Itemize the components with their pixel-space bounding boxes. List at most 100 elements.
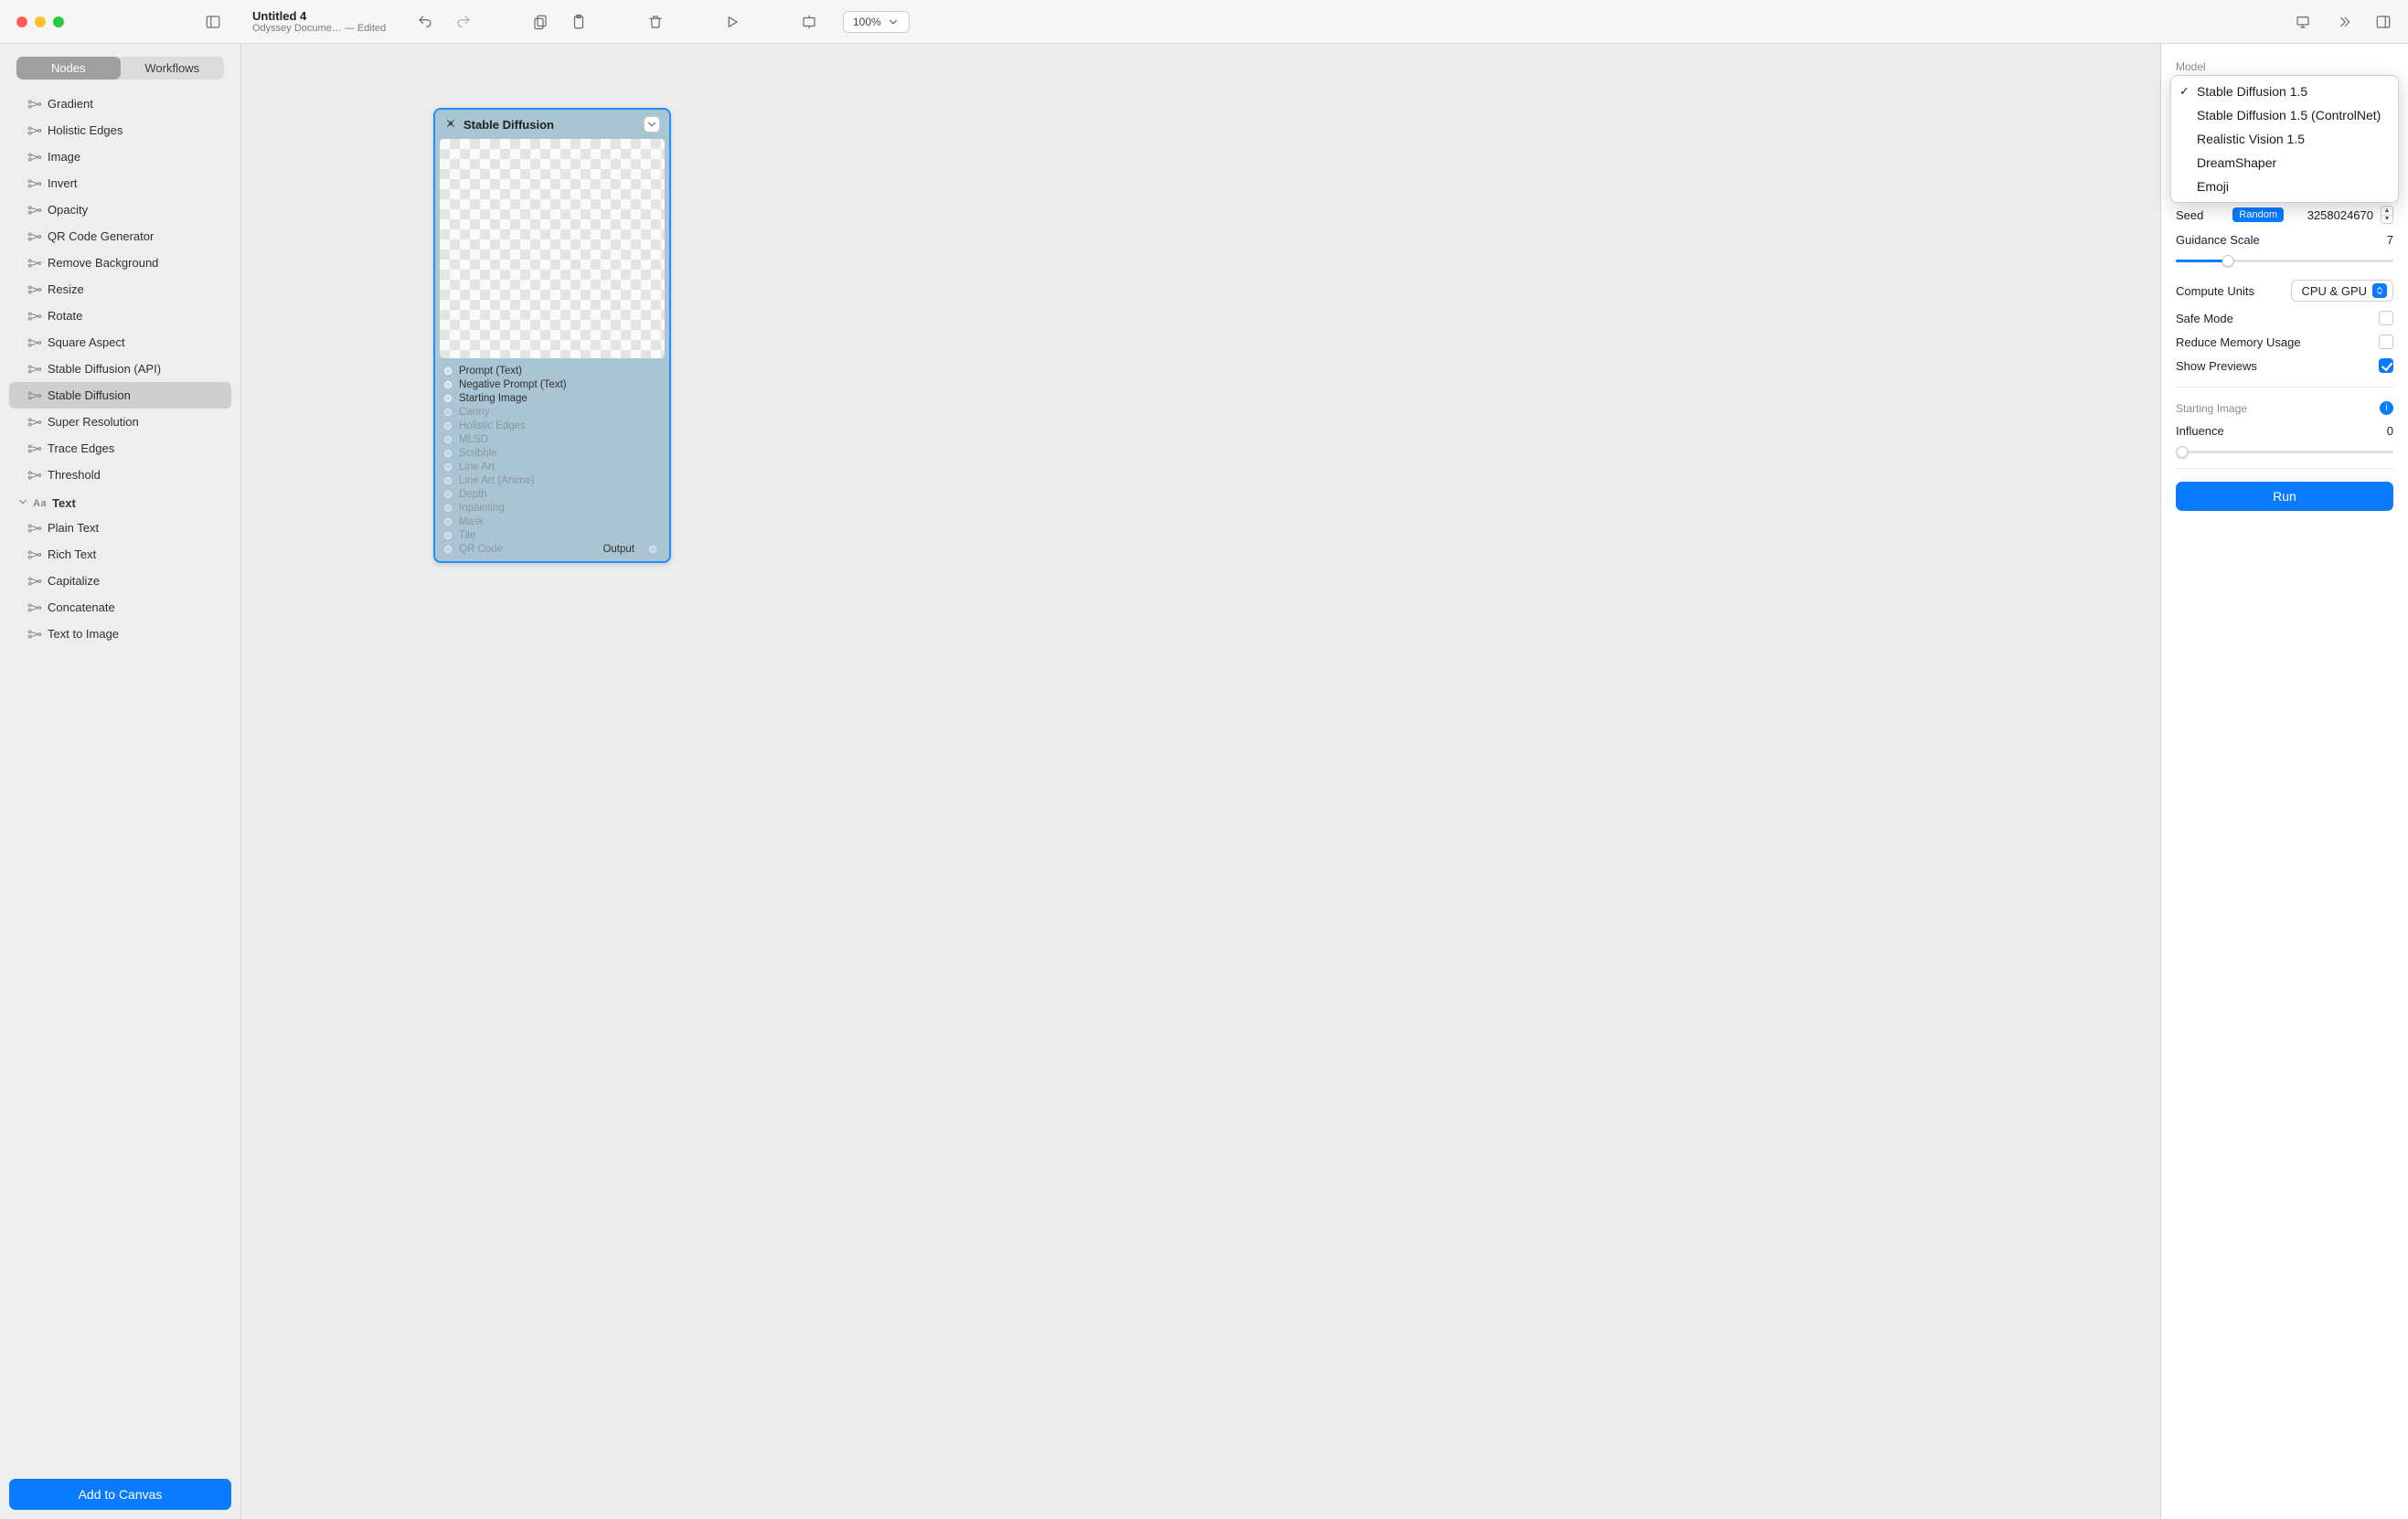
sidebar-item-text-to-image[interactable]: Text to Image (9, 621, 231, 647)
compute-units-select[interactable]: CPU & GPU (2291, 280, 2393, 302)
input-port[interactable]: Scribble (441, 446, 664, 460)
seed-stepper[interactable]: ▲▼ (2381, 206, 2393, 224)
node-icon (27, 548, 42, 561)
copy-button[interactable] (530, 12, 550, 32)
port-label: Line Art (459, 462, 495, 473)
input-port[interactable]: Inpainting (441, 501, 664, 515)
sidebar-item-label: QR Code Generator (48, 229, 154, 243)
paste-button[interactable] (569, 12, 589, 32)
zoom-window-button[interactable] (53, 16, 64, 27)
toolbar: 100% (397, 11, 2408, 33)
tab-workflows[interactable]: Workflows (121, 57, 225, 80)
sidebar-item-opacity[interactable]: Opacity (9, 197, 231, 223)
undo-button[interactable] (415, 12, 435, 32)
sidebar-item-holistic-edges[interactable]: Holistic Edges (9, 117, 231, 143)
run-button[interactable]: Run (2176, 482, 2393, 511)
sidebar-item-stable-diffusion-api-[interactable]: Stable Diffusion (API) (9, 356, 231, 382)
sidebar-item-stable-diffusion[interactable]: Stable Diffusion (9, 382, 231, 409)
port-label: Canny (459, 407, 489, 418)
toggle-right-sidebar-button[interactable] (2373, 12, 2393, 32)
input-port[interactable]: Mask (441, 515, 664, 528)
close-window-button[interactable] (16, 16, 27, 27)
seed-random-badge[interactable]: Random (2232, 207, 2284, 222)
influence-value[interactable]: 0 (2311, 424, 2393, 438)
model-option[interactable]: Stable Diffusion 1.5 (2171, 80, 2398, 103)
sidebar-item-invert[interactable]: Invert (9, 170, 231, 197)
node-icon (27, 177, 42, 190)
sidebar-item-super-resolution[interactable]: Super Resolution (9, 409, 231, 435)
sidebar-item-resize[interactable]: Resize (9, 276, 231, 303)
node-tree: GradientHolistic EdgesImageInvertOpacity… (0, 87, 240, 1470)
sidebar-item-threshold[interactable]: Threshold (9, 462, 231, 488)
sidebar-item-label: Rich Text (48, 547, 96, 561)
input-port[interactable]: Tile (441, 528, 664, 542)
seed-value[interactable]: 3258024670 (2291, 208, 2373, 222)
sidebar-item-image[interactable]: Image (9, 143, 231, 170)
guidance-slider[interactable] (2176, 253, 2393, 268)
port-dot-icon (444, 422, 452, 430)
reduce-memory-checkbox[interactable] (2379, 335, 2393, 349)
sidebar-item-qr-code-generator[interactable]: QR Code Generator (9, 223, 231, 250)
sidebar-item-square-aspect[interactable]: Square Aspect (9, 329, 231, 356)
delete-button[interactable] (645, 12, 666, 32)
input-port[interactable]: Depth (441, 487, 664, 501)
sidebar-item-capitalize[interactable]: Capitalize (9, 568, 231, 594)
zoom-selector[interactable]: 100% (843, 11, 910, 33)
port-label: Scribble (459, 448, 497, 459)
port-dot-icon (444, 546, 452, 553)
input-port[interactable]: Prompt (Text) (441, 364, 664, 377)
model-option[interactable]: Stable Diffusion 1.5 (ControlNet) (2171, 103, 2398, 127)
influence-slider[interactable] (2176, 444, 2393, 459)
seed-label: Seed (2176, 208, 2203, 222)
overflow-button[interactable] (2333, 12, 2353, 32)
stable-diffusion-node[interactable]: Stable Diffusion Prompt (Text) Negative P… (433, 108, 671, 563)
input-port[interactable]: Holistic Edges (441, 419, 664, 432)
sidebar-item-concatenate[interactable]: Concatenate (9, 594, 231, 621)
input-port[interactable]: Canny (441, 405, 664, 419)
node-icon (27, 336, 42, 349)
add-to-canvas-button[interactable]: Add to Canvas (9, 1479, 231, 1510)
minimize-window-button[interactable] (35, 16, 46, 27)
node-title: Stable Diffusion (463, 118, 554, 132)
guidance-value[interactable]: 7 (2311, 233, 2393, 247)
sidebar-item-plain-text[interactable]: Plain Text (9, 515, 231, 541)
model-option[interactable]: Realistic Vision 1.5 (2171, 127, 2398, 151)
sidebar-item-rich-text[interactable]: Rich Text (9, 541, 231, 568)
zoom-value: 100% (853, 16, 881, 28)
show-previews-checkbox[interactable] (2379, 358, 2393, 373)
model-option[interactable]: Emoji (2171, 175, 2398, 198)
input-port[interactable]: MLSD (441, 432, 664, 446)
input-port[interactable]: QR CodeOutput (441, 542, 664, 556)
run-button-toolbar[interactable] (722, 12, 742, 32)
fit-to-screen-button[interactable] (799, 12, 819, 32)
input-port[interactable]: Line Art (441, 460, 664, 473)
compute-units-row: Compute Units CPU & GPU (2176, 275, 2393, 306)
sidebar-item-label: Threshold (48, 468, 101, 482)
tab-nodes[interactable]: Nodes (16, 57, 121, 80)
info-icon[interactable]: i (2380, 401, 2393, 415)
sidebar-item-trace-edges[interactable]: Trace Edges (9, 435, 231, 462)
toggle-left-sidebar-button[interactable] (201, 13, 225, 31)
redo-button[interactable] (453, 12, 474, 32)
text-section-header[interactable]: Aa Text (9, 488, 231, 515)
port-label: Negative Prompt (Text) (459, 379, 567, 390)
model-option[interactable]: DreamShaper (2171, 151, 2398, 175)
sidebar-item-label: Capitalize (48, 574, 100, 588)
sidebar-tab-switch[interactable]: Nodes Workflows (16, 57, 224, 80)
node-collapse-button[interactable] (644, 116, 660, 133)
port-dot-icon (444, 436, 452, 443)
safe-mode-checkbox[interactable] (2379, 311, 2393, 325)
port-dot-icon (444, 463, 452, 471)
sidebar-item-gradient[interactable]: Gradient (9, 90, 231, 117)
input-port[interactable]: Negative Prompt (Text) (441, 377, 664, 391)
model-option-label: DreamShaper (2197, 155, 2276, 170)
input-port[interactable]: Starting Image (441, 391, 664, 405)
present-button[interactable] (2293, 12, 2313, 32)
model-dropdown[interactable]: Stable Diffusion 1.5Stable Diffusion 1.5… (2170, 75, 2399, 203)
canvas[interactable]: Stable Diffusion Prompt (Text) Negative P… (241, 44, 2161, 1519)
port-dot-icon (444, 395, 452, 402)
node-header[interactable]: Stable Diffusion (435, 110, 669, 139)
input-port[interactable]: Line Art (Anime) (441, 473, 664, 487)
sidebar-item-remove-background[interactable]: Remove Background (9, 250, 231, 276)
sidebar-item-rotate[interactable]: Rotate (9, 303, 231, 329)
